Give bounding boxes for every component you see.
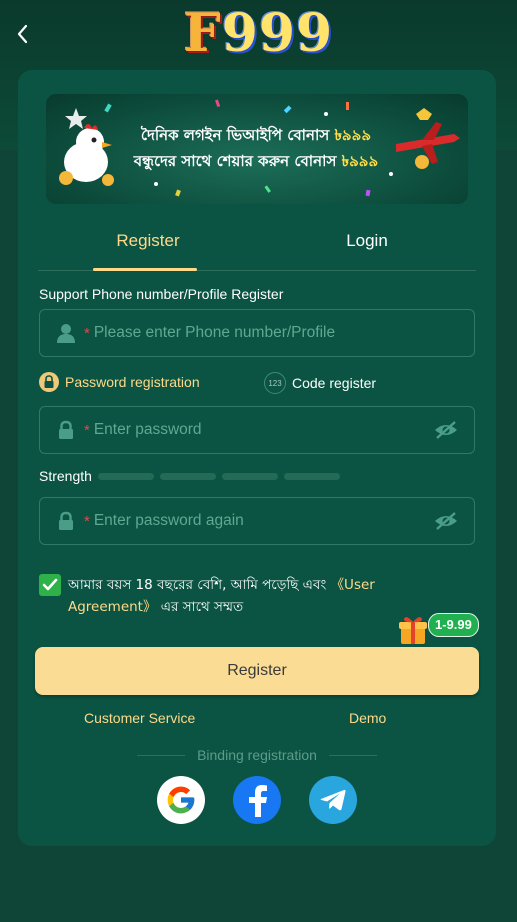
register-button[interactable]: Register xyxy=(35,647,479,695)
password-field[interactable]: * xyxy=(39,406,475,454)
tab-register[interactable]: Register xyxy=(38,220,258,271)
strength-bar xyxy=(97,472,154,480)
promo-badge: 1-9.99 xyxy=(428,613,479,637)
facebook-icon xyxy=(249,785,267,817)
active-tab-indicator xyxy=(93,268,197,271)
telegram-icon xyxy=(320,789,346,811)
agreement-text: আমার বয়স 18 বছরের বেশি, আমি পড়েছি এবং … xyxy=(68,577,375,615)
banner-line-2: বন্ধুদের সাথে শেয়ার করুন বোনাস ৳৯৯৯ xyxy=(133,152,379,170)
strength-bar xyxy=(221,472,278,480)
agreement-checkbox[interactable] xyxy=(39,574,61,596)
password-registration-option[interactable]: Password registration xyxy=(39,372,200,392)
eye-off-icon[interactable] xyxy=(432,509,460,533)
phone-label: Support Phone number/Profile Register xyxy=(39,286,284,302)
code-register-option[interactable]: 123 Code register xyxy=(264,372,376,394)
customer-service-link[interactable]: Customer Service xyxy=(84,710,195,726)
lock-icon xyxy=(54,418,78,442)
binding-divider: Binding registration xyxy=(18,747,496,763)
brand-logo: F999 xyxy=(183,3,334,64)
eye-off-icon[interactable] xyxy=(432,418,460,442)
numeric-code-icon: 123 xyxy=(264,372,286,394)
telegram-login-button[interactable] xyxy=(309,776,357,824)
lock-icon xyxy=(54,509,78,533)
chicken-mascot-icon xyxy=(59,124,114,186)
gift-icon xyxy=(399,617,427,644)
agreement-row: আমার বয়স 18 বছরের বেশি, আমি পড়েছি এবং … xyxy=(39,574,439,618)
auth-tabs: Register Login xyxy=(38,220,476,271)
lock-icon xyxy=(39,372,59,392)
google-login-button[interactable] xyxy=(157,776,205,824)
password-strength: Strength xyxy=(39,468,340,484)
checkmark-icon xyxy=(42,578,58,591)
strength-bar xyxy=(283,472,340,480)
phone-field[interactable]: * xyxy=(39,309,475,357)
password-input[interactable] xyxy=(91,420,432,440)
register-card: দৈনিক লগইন ভিআইপি বোনাস ৳৯৯৯ বন্ধুদের সা… xyxy=(18,70,496,846)
facebook-login-button[interactable] xyxy=(233,776,281,824)
tab-login[interactable]: Login xyxy=(257,220,477,270)
google-icon xyxy=(167,786,195,814)
banner-line-1: দৈনিক লগইন ভিআইপি বোনাস ৳৯৯৯ xyxy=(140,126,372,144)
plane-icon xyxy=(396,108,460,169)
demo-link[interactable]: Demo xyxy=(349,710,386,726)
required-marker: * xyxy=(84,512,90,530)
promo-banner[interactable]: দৈনিক লগইন ভিআইপি বোনাস ৳৯৯৯ বন্ধুদের সা… xyxy=(46,94,468,204)
user-icon xyxy=(54,321,78,345)
strength-bar xyxy=(159,472,216,480)
phone-input[interactable] xyxy=(91,323,474,343)
required-marker: * xyxy=(84,421,90,439)
required-marker: * xyxy=(84,324,90,342)
confirm-password-field[interactable]: * xyxy=(39,497,475,545)
confirm-password-input[interactable] xyxy=(91,511,432,531)
